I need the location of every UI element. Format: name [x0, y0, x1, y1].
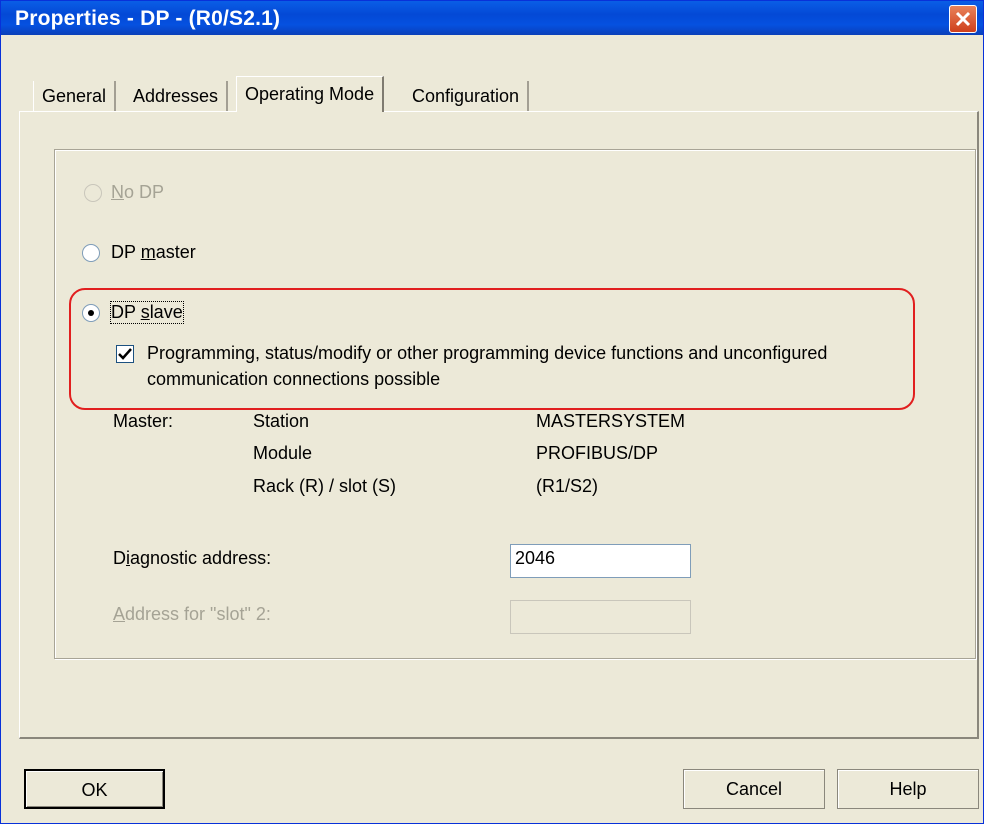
- diagnostic-address-label: Diagnostic address:: [113, 548, 272, 568]
- slot2-address-field[interactable]: [510, 600, 691, 634]
- no-dp-radio[interactable]: [84, 184, 102, 202]
- tab-operating-mode[interactable]: Operating Mode: [236, 76, 385, 112]
- slot2-address-label: Address for "slot" 2:: [113, 604, 271, 624]
- highlight-annotation: [69, 288, 915, 410]
- tab-addresses-label: Addresses: [133, 86, 219, 106]
- master-module-key: Module: [253, 443, 313, 463]
- tab-operating-mode-label: Operating Mode: [245, 84, 375, 104]
- close-button[interactable]: [949, 5, 977, 33]
- tab-configuration-label: Configuration: [412, 86, 520, 106]
- master-rack-slot-value: (R1/S2): [536, 476, 599, 496]
- properties-dialog: Properties - DP - (R0/S2.1) General Addr…: [0, 0, 984, 824]
- master-rack-slot-key: Rack (R) / slot (S): [253, 476, 397, 496]
- no-dp-label: No DP: [111, 182, 165, 202]
- window-title: Properties - DP - (R0/S2.1): [15, 7, 281, 30]
- dp-master-label: DP master: [111, 242, 196, 262]
- tab-addresses[interactable]: Addresses: [125, 81, 229, 111]
- tab-general[interactable]: General: [33, 81, 117, 111]
- master-station-value: MASTERSYSTEM: [536, 411, 686, 431]
- master-station-key: Station: [253, 411, 310, 431]
- dp-master-radio[interactable]: [82, 244, 100, 262]
- ok-button[interactable]: OK: [24, 769, 165, 809]
- cancel-button[interactable]: Cancel: [683, 769, 825, 809]
- help-button[interactable]: Help: [837, 769, 979, 809]
- tab-configuration[interactable]: Configuration: [404, 81, 530, 111]
- diagnostic-address-field[interactable]: 2046: [510, 544, 691, 578]
- tab-general-label: General: [42, 86, 107, 106]
- master-module-value: PROFIBUS/DP: [536, 443, 659, 463]
- close-icon: [955, 11, 971, 27]
- title-bar[interactable]: Properties - DP - (R0/S2.1): [1, 1, 983, 35]
- master-label: Master:: [113, 411, 174, 431]
